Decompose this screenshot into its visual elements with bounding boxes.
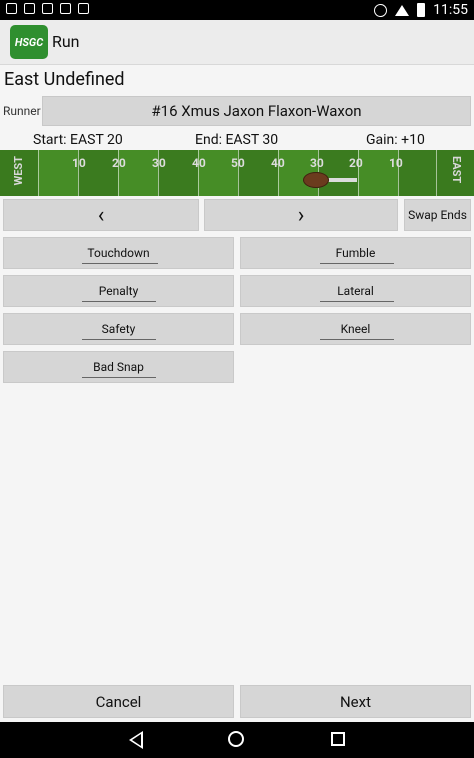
endzone-label-west: WEST xyxy=(12,156,25,186)
yard-number: 40 xyxy=(192,156,206,170)
status-time: 11:55 xyxy=(433,2,468,18)
next-button[interactable]: Next xyxy=(240,685,471,718)
notification-icon xyxy=(42,3,53,14)
status-bar: 11:55 xyxy=(0,0,474,20)
swap-ends-button[interactable]: Swap Ends xyxy=(404,199,471,231)
system-icons: 11:55 xyxy=(374,2,468,18)
yard-number: 10 xyxy=(72,156,86,170)
recent-apps-icon[interactable] xyxy=(331,732,345,746)
start-position: Start: EAST 20 xyxy=(33,132,123,148)
chevron-right-icon: › xyxy=(297,202,305,228)
yard-number: 20 xyxy=(349,156,363,170)
previous-button[interactable]: ‹ xyxy=(3,199,199,231)
gain-value: Gain: +10 xyxy=(366,132,425,148)
fumble-button[interactable]: Fumble xyxy=(240,237,471,269)
team-name: East Undefined xyxy=(4,69,125,90)
app-logo: HSGC xyxy=(10,25,48,59)
app-title: Run xyxy=(52,32,80,51)
action-bar: HSGC Run xyxy=(0,20,474,65)
yard-number: 20 xyxy=(112,156,126,170)
bad-snap-button[interactable]: Bad Snap xyxy=(3,351,234,383)
touchdown-button[interactable]: Touchdown xyxy=(3,237,234,269)
cancel-button[interactable]: Cancel xyxy=(3,685,234,718)
football-field[interactable]: WEST EAST 10 20 30 40 50 40 30 20 10 xyxy=(0,150,474,196)
lateral-button[interactable]: Lateral xyxy=(240,275,471,307)
battery-icon xyxy=(417,3,426,17)
wifi-icon xyxy=(395,4,410,16)
endzone-label-east: EAST xyxy=(450,156,463,184)
yard-number: 50 xyxy=(231,156,245,170)
end-position: End: EAST 30 xyxy=(195,132,279,148)
safety-button[interactable]: Safety xyxy=(3,313,234,345)
back-icon[interactable] xyxy=(129,731,143,749)
kneel-button[interactable]: Kneel xyxy=(240,313,471,345)
next-arrow-button[interactable]: › xyxy=(204,199,398,231)
notification-icon xyxy=(60,3,71,14)
penalty-button[interactable]: Penalty xyxy=(3,275,234,307)
runner-label: Runner xyxy=(3,104,41,118)
notification-icon xyxy=(6,3,17,14)
yard-number: 10 xyxy=(389,156,403,170)
notification-icon xyxy=(24,3,35,14)
yard-number: 30 xyxy=(310,156,324,170)
system-navigation-bar xyxy=(0,722,474,758)
notification-icons xyxy=(6,3,89,14)
notification-icon xyxy=(78,3,89,14)
alarm-icon xyxy=(374,3,388,17)
yard-number: 40 xyxy=(271,156,285,170)
chevron-left-icon: ‹ xyxy=(97,202,105,228)
home-icon[interactable] xyxy=(228,731,244,747)
football-icon[interactable] xyxy=(303,172,329,188)
yard-number: 30 xyxy=(152,156,166,170)
runner-select-button[interactable]: #16 Xmus Jaxon Flaxon-Waxon xyxy=(42,96,471,126)
